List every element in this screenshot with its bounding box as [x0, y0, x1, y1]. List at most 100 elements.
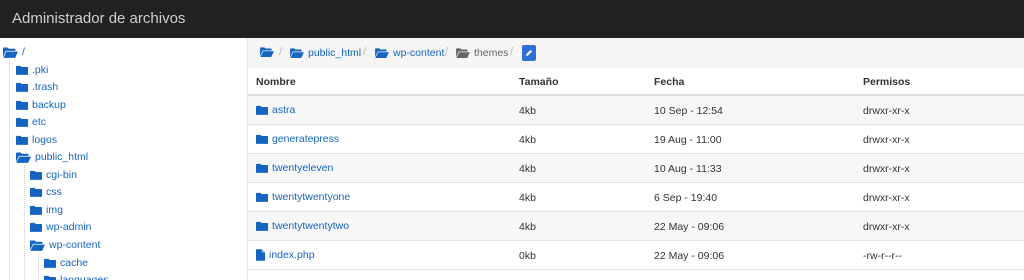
tree-item-cgi-bin[interactable]: cgi-bin [30, 167, 77, 183]
folder-icon [16, 100, 28, 110]
table-row[interactable]: astra 4kb 10 Sep - 12:54 drwxr-xr-x [248, 96, 1024, 125]
breadcrumb-public-html[interactable]: public_html [290, 47, 361, 59]
file-name-cell[interactable]: generatepress [256, 133, 339, 145]
file-name-cell[interactable]: index.php [256, 249, 315, 261]
tree-item-label: img [46, 204, 63, 216]
tree-item-label: wp-admin [46, 221, 92, 233]
file-size: 4kb [519, 163, 536, 175]
file-permissions: drwxr-xr-x [863, 221, 910, 233]
file-name[interactable]: astra [272, 104, 295, 116]
breadcrumb-wp-content[interactable]: wp-content [375, 47, 444, 59]
breadcrumb-label: themes [474, 47, 509, 59]
tree-item-cache[interactable]: cache [44, 255, 88, 271]
breadcrumb: / public_html / wp-content / themes / [248, 38, 1024, 68]
column-header-date[interactable]: Fecha [654, 76, 684, 88]
tree-item-label: wp-content [49, 239, 101, 251]
breadcrumb-root[interactable] [260, 47, 274, 57]
folder-open-icon [290, 48, 304, 58]
file-name[interactable]: twentytwentyone [272, 191, 350, 203]
folder-icon [44, 258, 56, 268]
tree-item-css[interactable]: css [30, 184, 62, 200]
file-name[interactable]: generatepress [272, 133, 339, 145]
folder-icon [30, 170, 42, 180]
folder-open-icon [456, 48, 470, 58]
tree-item-label: public_html [35, 151, 89, 163]
folder-icon [44, 275, 56, 280]
file-date: 19 Aug - 11:00 [654, 134, 722, 146]
tree-item-languages[interactable]: languages [44, 272, 108, 280]
table-row[interactable]: twentytwentyone 4kb 6 Sep - 19:40 drwxr-… [248, 183, 1024, 212]
file-name-cell[interactable]: twentyeleven [256, 162, 333, 174]
file-size: 4kb [519, 134, 536, 146]
file-size: 4kb [519, 221, 536, 233]
file-name-cell[interactable]: astra [256, 104, 295, 116]
file-date: 10 Aug - 11:33 [654, 163, 722, 175]
tree-guide-line [38, 253, 39, 280]
tree-item-label: backup [32, 99, 66, 111]
tree-item-label: css [46, 186, 62, 198]
table-row[interactable]: twentyeleven 4kb 10 Aug - 11:33 drwxr-xr… [248, 154, 1024, 183]
table-row[interactable]: generatepress 4kb 19 Aug - 11:00 drwxr-x… [248, 125, 1024, 154]
breadcrumb-separator: / [445, 46, 449, 58]
folder-tree: / .pki .trash backup etc logos public_ht… [0, 38, 248, 280]
tree-item-wp-admin[interactable]: wp-admin [30, 219, 92, 235]
file-date: 10 Sep - 12:54 [654, 105, 723, 117]
file-table: Nombre Tamaño Fecha Permisos astra 4kb 1… [248, 68, 1024, 270]
file-size: 0kb [519, 250, 536, 262]
folder-icon [30, 187, 42, 197]
tree-item-etc[interactable]: etc [16, 114, 46, 130]
table-row[interactable]: index.php 0kb 22 May - 09:06 -rw-r--r-- [248, 241, 1024, 270]
tree-guide-line [24, 165, 25, 280]
table-row[interactable]: twentytwentytwo 4kb 22 May - 09:06 drwxr… [248, 212, 1024, 241]
breadcrumb-separator: / [510, 46, 514, 58]
file-name[interactable]: twentyeleven [272, 162, 333, 174]
tree-item-label: cgi-bin [46, 169, 77, 181]
app-title: Administrador de archivos [12, 10, 186, 27]
tree-item-img[interactable]: img [30, 202, 63, 218]
column-header-permissions[interactable]: Permisos [863, 76, 910, 88]
file-permissions: drwxr-xr-x [863, 105, 910, 117]
file-name[interactable]: index.php [269, 249, 315, 261]
column-header-size[interactable]: Tamaño [519, 76, 558, 88]
folder-icon [256, 105, 268, 115]
folder-open-icon [3, 47, 18, 58]
file-permissions: drwxr-xr-x [863, 134, 910, 146]
tree-root[interactable]: / [3, 44, 25, 60]
tree-item-trash[interactable]: .trash [16, 79, 58, 95]
breadcrumb-separator: / [279, 46, 283, 58]
folder-icon [30, 222, 42, 232]
tree-item-logos[interactable]: logos [16, 132, 57, 148]
breadcrumb-label: public_html [308, 47, 362, 59]
file-permissions: drwxr-xr-x [863, 192, 910, 204]
folder-icon [256, 221, 268, 231]
tree-item-label: logos [32, 134, 58, 146]
tree-item-label: .trash [32, 81, 59, 93]
tree-item-wp-content[interactable]: wp-content [30, 237, 100, 253]
folder-open-icon [375, 48, 389, 58]
file-name[interactable]: twentytwentytwo [272, 220, 349, 232]
file-date: 22 May - 09:06 [654, 221, 725, 233]
tree-guide-line [9, 56, 10, 280]
file-icon [256, 249, 265, 261]
file-name-cell[interactable]: twentytwentytwo [256, 220, 349, 232]
breadcrumb-separator: / [363, 46, 367, 58]
tree-item-public-html[interactable]: public_html [16, 149, 88, 165]
folder-icon [256, 134, 268, 144]
folder-icon [30, 205, 42, 215]
folder-open-icon [16, 152, 31, 163]
file-date: 6 Sep - 19:40 [654, 192, 718, 204]
file-name-cell[interactable]: twentytwentyone [256, 191, 350, 203]
breadcrumb-label: wp-content [393, 47, 445, 59]
tree-item-backup[interactable]: backup [16, 97, 66, 113]
app-header: Administrador de archivos [0, 0, 1024, 38]
tree-item-label: .pki [32, 64, 49, 76]
folder-open-icon [30, 240, 45, 251]
folder-icon [16, 82, 28, 92]
file-size: 4kb [519, 192, 536, 204]
tree-item-pki[interactable]: .pki [16, 62, 48, 78]
file-size: 4kb [519, 105, 536, 117]
folder-icon [256, 163, 268, 173]
edit-path-button[interactable] [522, 45, 536, 61]
column-header-name[interactable]: Nombre [256, 76, 296, 88]
file-permissions: -rw-r--r-- [863, 250, 903, 262]
